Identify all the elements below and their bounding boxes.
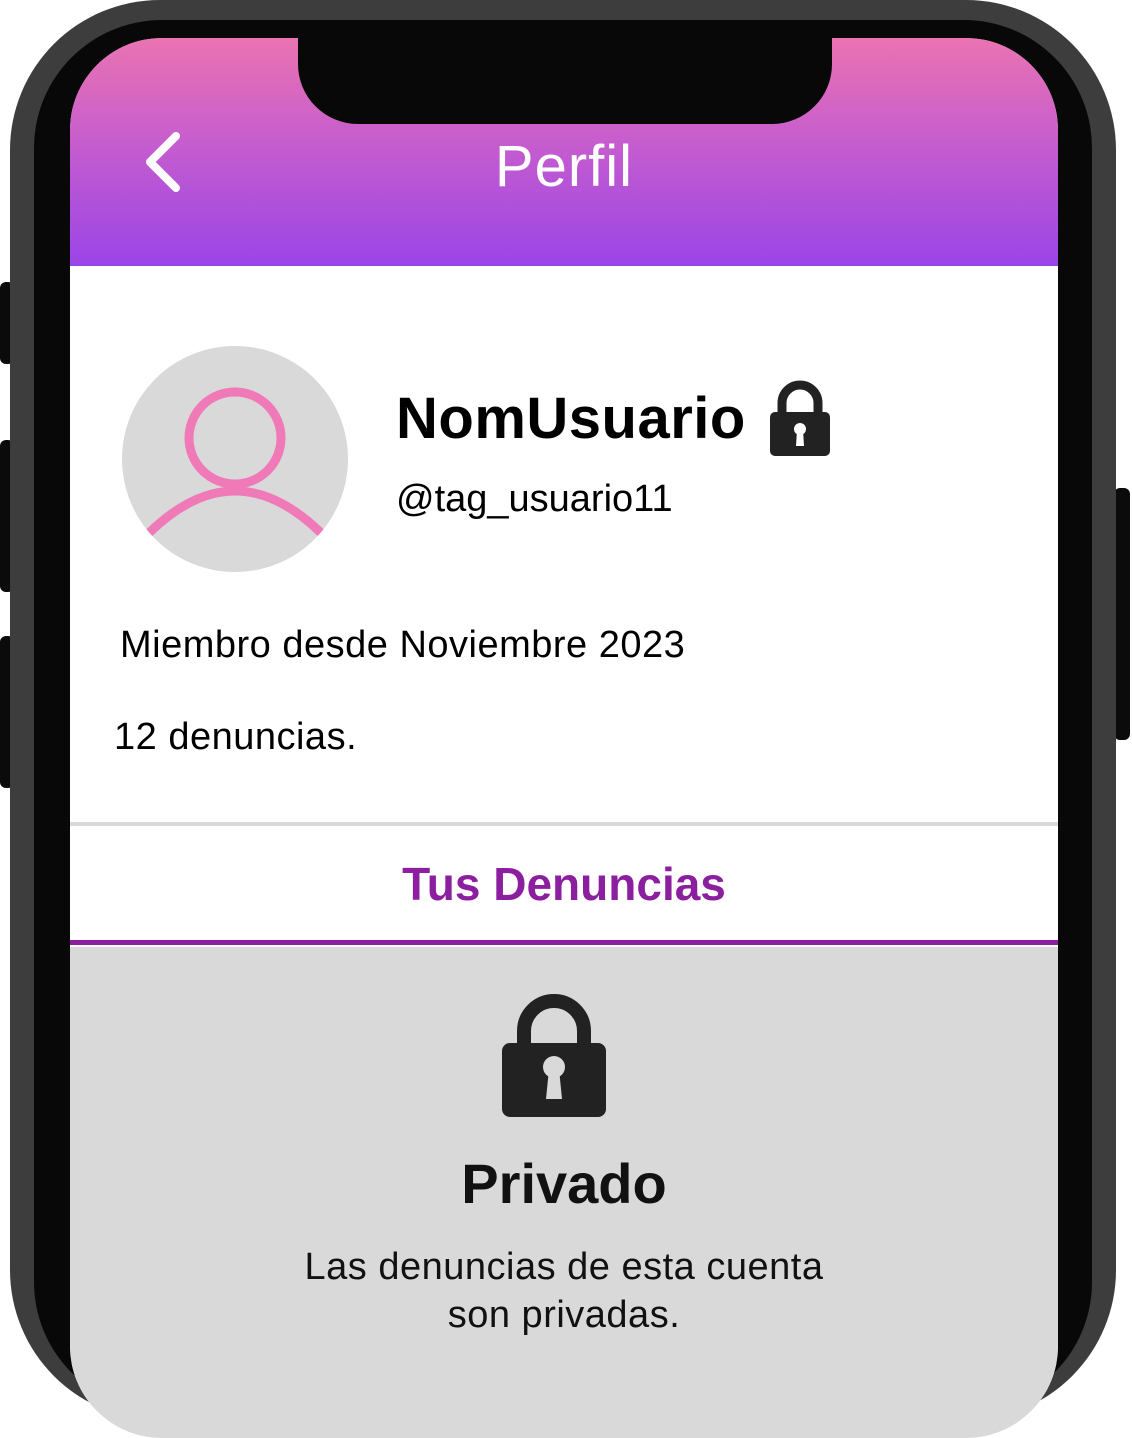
tab-tus-denuncias[interactable]: Tus Denuncias (70, 826, 1058, 942)
app-screen: Perfil NomUsuario @tag_usuario11 Miembro… (70, 38, 1058, 1438)
camera-notch (298, 38, 832, 124)
lock-icon (768, 378, 832, 458)
active-tab-indicator (70, 940, 1058, 945)
member-since: Miembro desde Noviembre 2023 (120, 624, 686, 666)
private-message: Las denuncias de esta cuenta son privada… (70, 1243, 1058, 1339)
private-message-line: Las denuncias de esta cuenta (304, 1246, 824, 1288)
username-row: NomUsuario (396, 378, 832, 458)
private-title: Privado (461, 1152, 667, 1215)
tab-label: Tus Denuncias (402, 858, 726, 910)
username: NomUsuario (396, 385, 746, 451)
private-message-line: son privadas. (447, 1294, 681, 1336)
user-handle: @tag_usuario11 (396, 478, 673, 520)
lock-icon (500, 987, 608, 1124)
power-button (1114, 488, 1130, 740)
page-title: Perfil (494, 134, 634, 199)
report-count: 12 denuncias. (114, 716, 358, 758)
user-outline-icon (145, 387, 325, 537)
avatar (122, 346, 348, 572)
private-notice: Privado Las denuncias de esta cuenta son… (70, 947, 1058, 1438)
